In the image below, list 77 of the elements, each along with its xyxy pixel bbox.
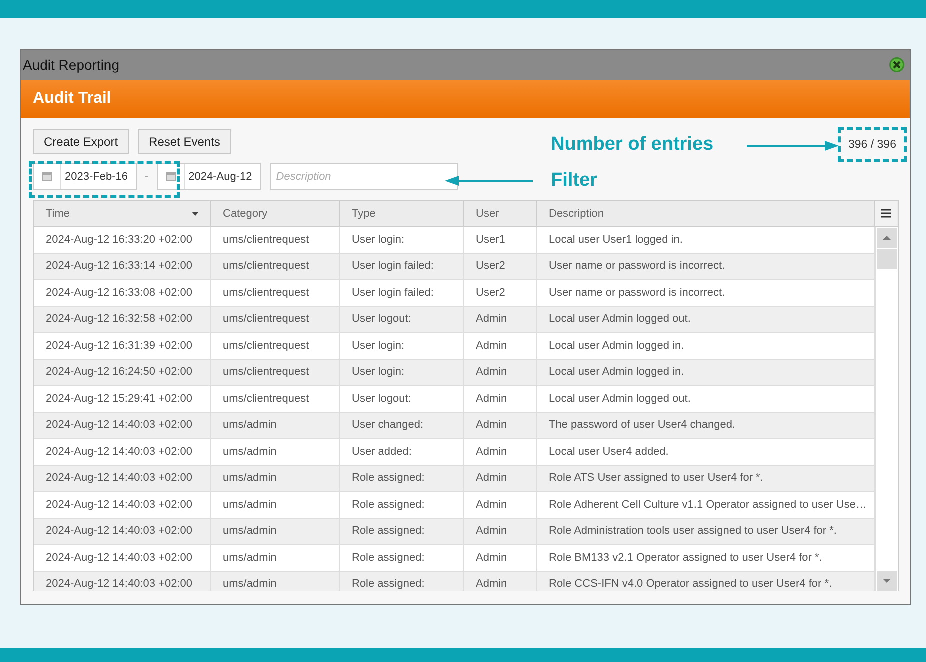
toolbar-button[interactable]: Create Export	[33, 129, 130, 154]
close-icon[interactable]	[889, 57, 905, 73]
table-cell: User logout:	[340, 386, 464, 412]
table-cell: User changed:	[340, 412, 464, 438]
table-cell: 2024-Aug-12 14:40:03 +02:00	[34, 518, 211, 544]
scroll-thumb[interactable]	[877, 249, 897, 269]
scroll-up-icon[interactable]	[877, 228, 897, 248]
table-cell: Admin	[464, 518, 537, 544]
table-cell: ums/clientrequest	[211, 306, 340, 332]
table-cell: User added:	[340, 439, 464, 464]
window-title: Audit Reporting	[23, 57, 120, 73]
table-cell: 2024-Aug-12 16:31:39 +02:00	[34, 333, 211, 358]
column-header[interactable]: Category	[211, 201, 340, 226]
menu-icon[interactable]	[881, 209, 891, 218]
table-cell: ums/admin	[211, 492, 340, 518]
table-cell: Role assigned:	[340, 545, 464, 570]
table-cell: Admin	[464, 466, 537, 491]
table-cell: 2024-Aug-12 16:33:14 +02:00	[34, 254, 211, 279]
table-cell: User1	[464, 227, 537, 252]
table-cell: 2024-Aug-12 16:33:08 +02:00	[34, 280, 211, 306]
table-cell: ums/admin	[211, 412, 340, 438]
panel-title: Audit Trail	[33, 90, 112, 108]
table-cell: User logout:	[340, 306, 464, 332]
column-header[interactable]: User	[464, 201, 537, 226]
table-cell: ums/admin	[211, 518, 340, 544]
table-cell: Admin	[464, 492, 537, 518]
table-cell: ums/clientrequest	[211, 254, 340, 279]
table-cell: User login:	[340, 333, 464, 358]
table-cell: 2024-Aug-12 16:32:58 +02:00	[34, 306, 211, 332]
table-cell: User login:	[340, 227, 464, 252]
annotation-label: Filter	[551, 170, 598, 192]
table-cell: Admin	[464, 306, 537, 332]
table-cell: Admin	[464, 439, 537, 464]
table-cell: Admin	[464, 386, 537, 412]
table-cell: 2024-Aug-12 14:40:03 +02:00	[34, 412, 211, 438]
table-cell: ums/admin	[211, 439, 340, 464]
table-cell: ums/admin	[211, 545, 340, 570]
table-cell: ums/admin	[211, 466, 340, 491]
column-header[interactable]: Time	[34, 201, 211, 226]
date-field[interactable]: 2023-Feb-16	[33, 163, 137, 190]
scrollbar[interactable]	[875, 227, 898, 591]
table-cell: Role assigned:	[340, 518, 464, 544]
table-cell: User login failed:	[340, 280, 464, 306]
table-cell: Role assigned:	[340, 572, 464, 591]
table-cell: 2024-Aug-12 14:40:03 +02:00	[34, 572, 211, 591]
table-cell: ums/clientrequest	[211, 227, 340, 252]
table-cell: Role assigned:	[340, 492, 464, 518]
date-field[interactable]: 2024-Aug-12	[156, 163, 262, 190]
table-cell: 2024-Aug-12 16:33:20 +02:00	[34, 227, 211, 252]
description-field[interactable]: Description	[270, 163, 458, 190]
column-header[interactable]: Type	[340, 201, 464, 226]
table-cell: ums/admin	[211, 572, 340, 591]
table-cell: Admin	[464, 360, 537, 385]
entry-count: 396 / 396	[838, 127, 907, 162]
table-cell: Admin	[464, 572, 537, 591]
table-cell: ums/clientrequest	[211, 386, 340, 412]
table-cell: User2	[464, 280, 537, 306]
table-cell: 2024-Aug-12 16:24:50 +02:00	[34, 360, 211, 385]
table-cell: User login:	[340, 360, 464, 385]
table-cell: User2	[464, 254, 537, 279]
table-cell: 2024-Aug-12 14:40:03 +02:00	[34, 545, 211, 570]
date-separator: -	[144, 170, 150, 182]
scroll-down-icon[interactable]	[877, 571, 897, 591]
table-cell: Admin	[464, 412, 537, 438]
annotation-label: Number of entries	[551, 134, 714, 156]
table-cell: 2024-Aug-12 15:29:41 +02:00	[34, 386, 211, 412]
table-cell: Role assigned:	[340, 466, 464, 491]
table-cell: ums/clientrequest	[211, 333, 340, 358]
table-cell: 2024-Aug-12 14:40:03 +02:00	[34, 466, 211, 491]
table-cell: ums/clientrequest	[211, 280, 340, 306]
table-cell: 2024-Aug-12 14:40:03 +02:00	[34, 492, 211, 518]
table-cell: Admin	[464, 333, 537, 358]
table-cell: 2024-Aug-12 14:40:03 +02:00	[34, 439, 211, 464]
toolbar-button[interactable]: Reset Events	[138, 129, 232, 154]
table-cell: ums/clientrequest	[211, 360, 340, 385]
table-cell: User login failed:	[340, 254, 464, 279]
table-cell: Admin	[464, 545, 537, 570]
